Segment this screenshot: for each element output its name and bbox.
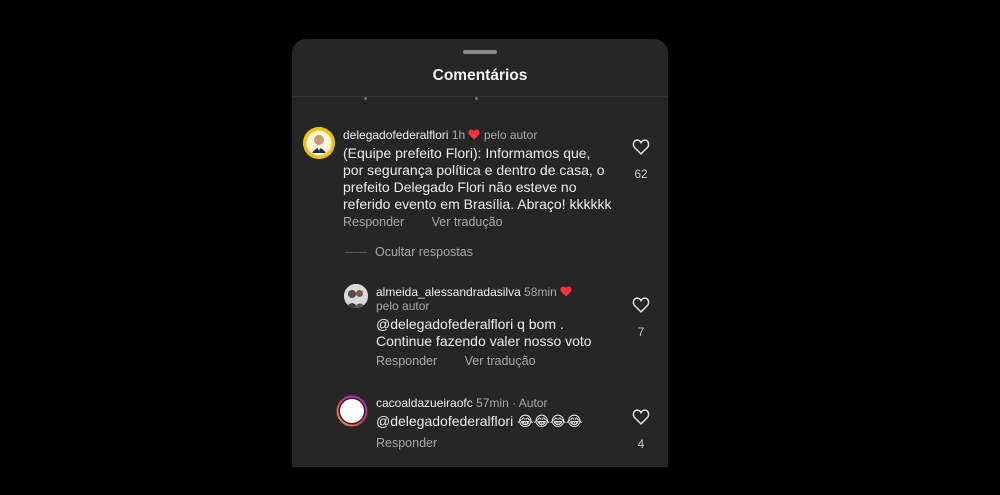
comment-text-line: prefeito Delegado Flori não esteve no <box>343 179 577 195</box>
comment-username[interactable]: delegadofederalflori <box>343 128 448 142</box>
reply-header: cacoaldazueiraofc 57min · Autor <box>376 396 548 410</box>
like-control: 4 <box>629 409 653 451</box>
like-count: 7 <box>637 325 645 339</box>
scroll-remnant <box>364 97 367 100</box>
comment-text-line: por segurança política e dentro de casa,… <box>343 162 605 178</box>
reply-text: @delegadofederalflori 😂😂😂😂 <box>376 413 583 430</box>
like-control: 7 <box>629 297 653 339</box>
reply-header: almeida_alessandradasilva 58min <box>376 285 572 299</box>
author-badge: pelo autor <box>483 128 538 142</box>
hide-replies-toggle[interactable]: Ocultar respostas <box>345 245 473 259</box>
author-badge: Autor <box>518 396 548 410</box>
reply-time: 57min <box>476 396 509 410</box>
reply-text: @delegadofederalflori q bom . Continue f… <box>376 316 592 350</box>
reply-actions: Responder <box>376 436 461 450</box>
like-count: 4 <box>637 437 645 451</box>
reply-username[interactable]: cacoaldazueiraofc <box>376 396 473 410</box>
reply-button[interactable]: Responder <box>376 436 437 450</box>
reply-button[interactable]: Responder <box>376 354 437 368</box>
header-divider <box>292 96 668 97</box>
like-heart-icon[interactable] <box>632 139 650 155</box>
comment-text: (Equipe prefeito Flori): Informamos que,… <box>343 145 611 213</box>
reply-username[interactable]: almeida_alessandradasilva <box>376 285 521 299</box>
comments-sheet: Comentários delegadofederalflori 1h pelo… <box>292 39 668 467</box>
avatar[interactable] <box>336 395 368 427</box>
translate-button[interactable]: Ver tradução <box>465 354 536 368</box>
avatar[interactable] <box>303 127 335 159</box>
avatar[interactable] <box>344 284 368 308</box>
sheet-title: Comentários <box>432 67 528 84</box>
author-badge: pelo autor <box>376 299 430 313</box>
drag-handle[interactable] <box>463 50 497 54</box>
reply-text-line: @delegadofederalflori 😂😂😂😂 <box>376 413 583 429</box>
like-control: 62 <box>629 139 653 181</box>
translate-button[interactable]: Ver tradução <box>432 215 503 229</box>
scroll-remnant <box>475 97 478 100</box>
comment-text-line: (Equipe prefeito Flori): Informamos que, <box>343 145 591 161</box>
reply-text-line: @delegadofederalflori q bom . <box>376 316 564 332</box>
like-heart-icon[interactable] <box>632 297 650 313</box>
divider-line <box>345 252 367 254</box>
hide-replies-label: Ocultar respostas <box>375 245 473 259</box>
comment-text-line: referido evento em Brasília. Abraço! kkk… <box>343 196 612 212</box>
reply-text-line: Continue fazendo valer nosso voto <box>376 333 592 349</box>
comment-actions: Responder Ver tradução <box>343 215 527 229</box>
author-heart-icon <box>468 129 481 140</box>
reply-time: 58min <box>524 285 557 299</box>
comment-header: delegadofederalflori 1h pelo autor <box>343 128 537 142</box>
comment-time: 1h <box>451 128 466 142</box>
like-count: 62 <box>634 167 648 181</box>
reply-actions: Responder Ver tradução <box>376 354 560 368</box>
author-heart-icon <box>560 286 572 297</box>
reply-button[interactable]: Responder <box>343 215 404 229</box>
like-heart-icon[interactable] <box>632 409 650 425</box>
